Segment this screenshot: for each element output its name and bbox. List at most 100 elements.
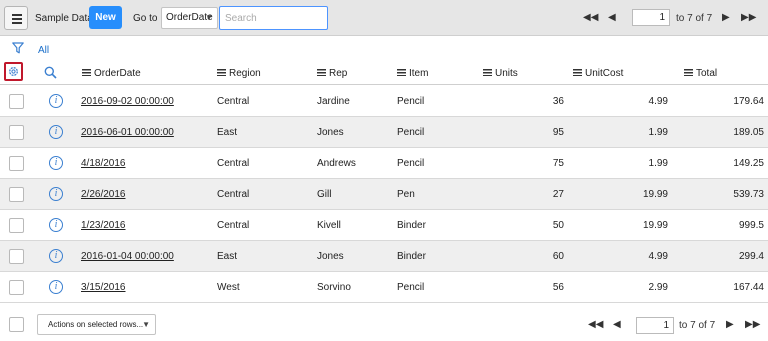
- orderdate-link[interactable]: 2016-06-01 00:00:00: [81, 127, 174, 138]
- row-checkbox[interactable]: [9, 218, 24, 233]
- column-rep[interactable]: Rep: [317, 68, 347, 79]
- page-range-text: to 7 of 7: [676, 13, 713, 24]
- region-cell: East: [217, 251, 238, 262]
- info-icon[interactable]: i: [49, 187, 63, 201]
- row-checkbox[interactable]: [9, 187, 24, 202]
- item-cell: Pencil: [397, 127, 425, 138]
- first-page-icon[interactable]: ◀◀: [583, 13, 598, 23]
- units-cell: 50: [552, 220, 564, 231]
- next-page-icon[interactable]: ▶: [722, 13, 730, 23]
- last-page-icon[interactable]: ▶▶: [741, 13, 756, 23]
- orderdate-link[interactable]: 2/26/2016: [81, 189, 126, 200]
- orderdate-link[interactable]: 3/15/2016: [81, 282, 126, 293]
- total-cell: 539.73: [733, 189, 764, 200]
- prev-page-icon[interactable]: ◀: [613, 320, 621, 330]
- info-icon[interactable]: i: [49, 125, 63, 139]
- caret-down-icon: ▼: [205, 13, 213, 22]
- column-orderdate[interactable]: OrderDate: [82, 68, 141, 79]
- region-cell: Central: [217, 158, 250, 169]
- rep-cell: Gill: [317, 189, 332, 200]
- total-cell: 167.44: [733, 282, 764, 293]
- row-checkbox[interactable]: [9, 125, 24, 140]
- hamburger-icon: [12, 14, 22, 16]
- table-row: i 3/15/2016 West Sorvino Pencil 56 2.99 …: [0, 272, 768, 303]
- rep-cell: Kivell: [317, 220, 341, 231]
- goto-label: Go to: [133, 13, 158, 24]
- actions-select[interactable]: Actions on selected rows... ▼: [37, 314, 156, 335]
- column-total[interactable]: Total: [684, 68, 717, 79]
- select-all-checkbox[interactable]: [9, 317, 24, 332]
- unitcost-cell: 19.99: [642, 189, 668, 200]
- item-cell: Pen: [397, 189, 415, 200]
- column-menu-icon: [483, 69, 492, 76]
- search-input[interactable]: [219, 6, 328, 30]
- column-region[interactable]: Region: [217, 68, 261, 79]
- units-cell: 27: [552, 189, 564, 200]
- unitcost-cell: 4.99: [648, 251, 668, 262]
- orderdate-link[interactable]: 2016-09-02 00:00:00: [81, 96, 174, 107]
- units-cell: 36: [552, 96, 564, 107]
- list-menu-button[interactable]: [4, 6, 28, 30]
- column-units[interactable]: Units: [483, 68, 518, 79]
- prev-page-icon[interactable]: ◀: [608, 13, 616, 23]
- orderdate-link[interactable]: 4/18/2016: [81, 158, 126, 169]
- page-number-input[interactable]: [636, 317, 674, 334]
- region-cell: Central: [217, 96, 250, 107]
- filter-icon[interactable]: [12, 42, 24, 54]
- region-cell: East: [217, 127, 238, 138]
- rep-cell: Sorvino: [317, 282, 351, 293]
- row-checkbox[interactable]: [9, 94, 24, 109]
- total-cell: 189.05: [733, 127, 764, 138]
- rep-cell: Jardine: [317, 96, 350, 107]
- page-range-text: to 7 of 7: [679, 320, 716, 331]
- unitcost-cell: 4.99: [648, 96, 668, 107]
- units-cell: 95: [552, 127, 564, 138]
- goto-field-select[interactable]: OrderDate ▼: [161, 7, 218, 29]
- info-icon[interactable]: i: [49, 280, 63, 294]
- item-cell: Binder: [397, 220, 426, 231]
- item-cell: Pencil: [397, 282, 425, 293]
- column-unitcost[interactable]: UnitCost: [573, 68, 623, 79]
- list-header: Sample Data New Go to OrderDate ▼ ◀◀ ◀ t…: [0, 0, 768, 36]
- breadcrumb-all[interactable]: All: [38, 45, 49, 56]
- row-checkbox[interactable]: [9, 249, 24, 264]
- column-menu-icon: [397, 69, 406, 76]
- column-menu-icon: [82, 69, 91, 76]
- total-cell: 299.4: [738, 251, 764, 262]
- column-menu-icon: [217, 69, 226, 76]
- new-button[interactable]: New: [89, 6, 122, 29]
- orderdate-link[interactable]: 1/23/2016: [81, 220, 126, 231]
- info-icon[interactable]: i: [49, 249, 63, 263]
- region-cell: Central: [217, 220, 250, 231]
- units-cell: 60: [552, 251, 564, 262]
- region-cell: Central: [217, 189, 250, 200]
- column-item[interactable]: Item: [397, 68, 428, 79]
- item-cell: Pencil: [397, 158, 425, 169]
- unitcost-cell: 1.99: [648, 158, 668, 169]
- item-cell: Binder: [397, 251, 426, 262]
- info-icon[interactable]: i: [49, 94, 63, 108]
- column-header-row: OrderDate Region Rep Item Units UnitCost…: [0, 60, 768, 85]
- total-cell: 999.5: [738, 220, 764, 231]
- last-page-icon[interactable]: ▶▶: [745, 320, 760, 330]
- row-checkbox[interactable]: [9, 280, 24, 295]
- total-cell: 149.25: [733, 158, 764, 169]
- list-title: Sample Data: [35, 13, 93, 24]
- first-page-icon[interactable]: ◀◀: [588, 320, 603, 330]
- next-page-icon[interactable]: ▶: [726, 320, 734, 330]
- unitcost-cell: 1.99: [648, 127, 668, 138]
- info-icon[interactable]: i: [49, 218, 63, 232]
- unitcost-cell: 2.99: [648, 282, 668, 293]
- orderdate-link[interactable]: 2016-01-04 00:00:00: [81, 251, 174, 262]
- table-row: i 2016-09-02 00:00:00 Central Jardine Pe…: [0, 86, 768, 117]
- row-checkbox[interactable]: [9, 156, 24, 171]
- table-row: i 2016-06-01 00:00:00 East Jones Pencil …: [0, 117, 768, 148]
- info-icon[interactable]: i: [49, 156, 63, 170]
- rep-cell: Andrews: [317, 158, 356, 169]
- table-row: i 4/18/2016 Central Andrews Pencil 75 1.…: [0, 148, 768, 179]
- personalize-list-button[interactable]: [4, 62, 23, 81]
- region-cell: West: [217, 282, 240, 293]
- column-menu-icon: [684, 69, 693, 76]
- search-icon[interactable]: [44, 66, 57, 79]
- page-number-input[interactable]: [632, 9, 670, 26]
